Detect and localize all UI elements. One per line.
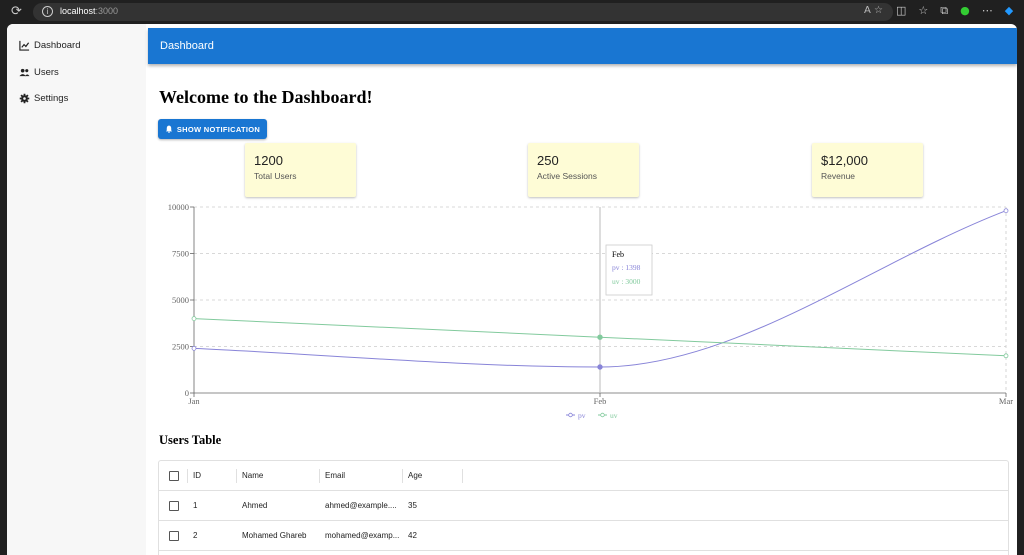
sidebar-item-label: Settings bbox=[34, 92, 69, 104]
sidebar-item-settings[interactable]: Settings bbox=[19, 90, 68, 106]
column-header-email[interactable]: Email bbox=[325, 471, 345, 480]
users-icon bbox=[19, 68, 30, 76]
y-tick-label: 2500 bbox=[172, 342, 189, 352]
stat-label: Total Users bbox=[254, 171, 297, 181]
table-header-row: ID Name Email Age bbox=[159, 461, 1008, 491]
menu-icon[interactable]: ⋯ bbox=[982, 4, 1005, 17]
sidebar-item-label: Users bbox=[34, 66, 59, 78]
stat-card-revenue: $12,000 Revenue bbox=[812, 143, 923, 197]
url-host: localhost bbox=[60, 6, 96, 16]
legend-marker-uv bbox=[600, 412, 605, 418]
active-point-pv bbox=[597, 364, 603, 370]
table-row[interactable]: 2 Mohamed Ghareb mohamed@examp... 42 bbox=[159, 521, 1008, 551]
copilot-icon[interactable]: ◆ bbox=[1005, 4, 1024, 17]
url-text[interactable]: localhost:3000 bbox=[60, 6, 118, 16]
show-notification-button[interactable]: SHOW NOTIFICATION bbox=[158, 119, 267, 139]
cell-age: 42 bbox=[408, 531, 417, 540]
info-icon[interactable]: i bbox=[42, 6, 53, 17]
select-all-checkbox[interactable] bbox=[169, 471, 179, 481]
stat-card-active-sessions: 250 Active Sessions bbox=[528, 143, 639, 197]
app-bar-title: Dashboard bbox=[160, 40, 214, 52]
table-row[interactable]: 1 Ahmed ahmed@example.... 35 bbox=[159, 491, 1008, 521]
read-aloud-icon[interactable]: A bbox=[864, 5, 871, 16]
active-point-uv bbox=[597, 334, 603, 340]
bell-icon bbox=[165, 125, 173, 133]
column-header-id[interactable]: ID bbox=[193, 471, 201, 480]
cell-age: 35 bbox=[408, 501, 417, 510]
cell-id: 1 bbox=[193, 501, 198, 510]
y-tick-label: 5000 bbox=[172, 295, 189, 305]
x-tick-label: Feb bbox=[594, 396, 607, 406]
line-chart: 025005000750010000Jan Feb MarFebpv : 1398u… bbox=[168, 202, 1013, 420]
x-tick-label: Mar bbox=[999, 396, 1013, 406]
gear-icon bbox=[19, 93, 30, 103]
column-separator bbox=[319, 469, 320, 483]
browser-toolbar: ⟳ i localhost:3000 A ☆ ◫☆⧉●⋯◆ bbox=[0, 0, 1024, 24]
legend-marker-pv bbox=[568, 412, 573, 418]
legend-label-pv: pv bbox=[578, 411, 586, 420]
cell-email: mohamed@examp... bbox=[325, 531, 400, 540]
row-checkbox[interactable] bbox=[169, 531, 179, 541]
column-header-age[interactable]: Age bbox=[408, 471, 422, 480]
url-port: :3000 bbox=[95, 6, 119, 16]
cell-name: Mohamed Ghareb bbox=[242, 531, 307, 540]
column-separator bbox=[402, 469, 403, 483]
show-notification-label: SHOW NOTIFICATION bbox=[176, 124, 261, 134]
column-header-name[interactable]: Name bbox=[242, 471, 263, 480]
users-table-title: Users Table bbox=[159, 433, 222, 447]
sidebar-item-label: Dashboard bbox=[34, 39, 81, 51]
column-separator bbox=[236, 469, 237, 483]
stat-card-total-users: 1200 Total Users bbox=[245, 143, 356, 197]
reload-icon[interactable]: ⟳ bbox=[11, 5, 24, 18]
data-point-uv bbox=[1003, 353, 1009, 359]
page-title: Welcome to the Dashboard! bbox=[159, 87, 373, 107]
chart-line-icon bbox=[19, 40, 30, 51]
extension-icon[interactable]: ● bbox=[960, 4, 982, 17]
cell-email: ahmed@example.... bbox=[325, 501, 397, 510]
address-bar-icons: A ☆ bbox=[864, 5, 883, 16]
data-point-pv bbox=[191, 345, 197, 351]
address-bar[interactable]: i localhost:3000 A ☆ bbox=[33, 3, 893, 21]
stat-label: Revenue bbox=[821, 171, 856, 181]
column-separator bbox=[462, 469, 463, 483]
app-viewport: Dashboard Users Settings Dashboard Welco… bbox=[7, 24, 1017, 555]
stat-value: 1200 bbox=[254, 153, 283, 168]
y-tick-label: 10000 bbox=[168, 202, 189, 212]
cell-id: 2 bbox=[193, 531, 198, 540]
app-bar: Dashboard bbox=[148, 28, 1017, 64]
tooltip-line-pv: pv : 1398 bbox=[612, 263, 641, 272]
collections-icon[interactable]: ⧉ bbox=[940, 4, 960, 17]
users-table: ID Name Email Age 1 Ahmed ahmed@example.… bbox=[158, 460, 1009, 555]
data-point-pv bbox=[1003, 208, 1009, 214]
stat-value: $12,000 bbox=[821, 153, 868, 168]
tooltip-title: Feb bbox=[612, 250, 624, 259]
legend-label-uv: uv bbox=[610, 411, 618, 420]
x-tick-label: Jan bbox=[188, 396, 200, 406]
sidebar: Dashboard Users Settings bbox=[7, 24, 146, 555]
favorites-icon[interactable]: ☆ bbox=[918, 4, 940, 17]
stat-value: 250 bbox=[537, 153, 559, 168]
column-separator bbox=[187, 469, 188, 483]
browser-tools: ◫☆⧉●⋯◆ bbox=[896, 4, 1024, 18]
sidebar-item-users[interactable]: Users bbox=[19, 64, 59, 80]
sidebar-item-dashboard[interactable]: Dashboard bbox=[19, 37, 80, 53]
split-screen-icon[interactable]: ◫ bbox=[896, 4, 918, 17]
data-point-uv bbox=[191, 316, 197, 321]
tooltip-line-uv: uv : 3000 bbox=[612, 277, 641, 286]
y-tick-label: 7500 bbox=[172, 249, 189, 259]
stat-label: Active Sessions bbox=[537, 171, 597, 181]
favorite-star-icon[interactable]: ☆ bbox=[874, 5, 883, 16]
row-checkbox[interactable] bbox=[169, 501, 179, 511]
cell-name: Ahmed bbox=[242, 501, 268, 510]
